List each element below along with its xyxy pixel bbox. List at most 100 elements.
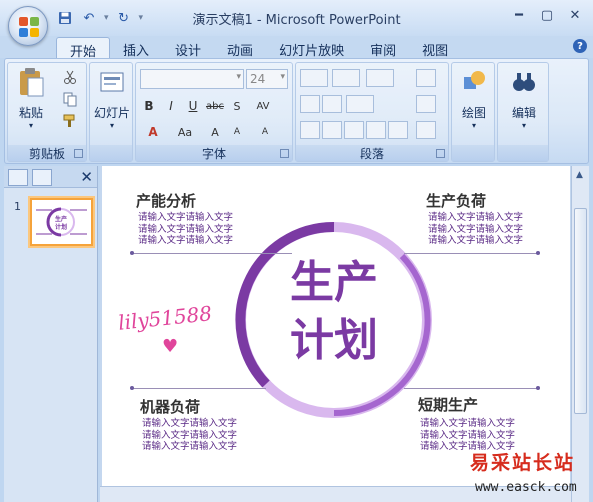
outline-tab-icon[interactable] (32, 169, 52, 186)
center-title-line1: 生产 (290, 257, 378, 308)
section-text-machine-load: 请输入文字请输入文字 请输入文字请输入文字 请输入文字请输入文字 (142, 418, 238, 452)
ribbon: 粘贴 ▾ 剪贴板 幻灯片 ▾ ▾ 24 ▾ B I U abc S AV A A… (4, 58, 589, 164)
format-painter-icon[interactable] (62, 113, 78, 129)
numbering-icon[interactable] (332, 69, 360, 87)
tab-animation[interactable]: 动画 (214, 37, 266, 59)
font-group-label: 字体 (136, 145, 292, 161)
slides-tab-icon[interactable] (8, 169, 28, 186)
editing-dropdown-icon[interactable]: ▾ (502, 121, 546, 130)
paste-button[interactable]: 粘贴 ▾ (14, 67, 48, 130)
help-icon[interactable]: ? (573, 39, 587, 53)
slide-number: 1 (14, 200, 21, 213)
section-text-capacity: 请输入文字请输入文字 请输入文字请输入文字 请输入文字请输入文字 (138, 212, 234, 246)
align-text-icon[interactable] (416, 95, 436, 113)
shapes-icon (464, 71, 485, 89)
slide-thumbnail[interactable]: 生产 计划 (30, 198, 93, 246)
increase-indent-icon[interactable] (322, 95, 342, 113)
font-name-combo[interactable]: ▾ (140, 69, 244, 89)
panel-tabs: ✕ (4, 166, 97, 188)
justify-icon[interactable] (366, 121, 386, 139)
slides-panel: ✕ 1 生产 计划 (4, 166, 98, 502)
heart-icon: ♥ (162, 336, 179, 357)
tab-design[interactable]: 设计 (162, 37, 214, 59)
section-title-machine-load: 机器负荷 (140, 398, 201, 416)
window-controls: ━ ▢ ✕ (507, 5, 587, 25)
font-launcher-icon[interactable] (280, 149, 289, 158)
clipboard-launcher-icon[interactable] (74, 149, 83, 158)
section-title-production-load: 生产负荷 (426, 192, 487, 210)
smartart-icon[interactable] (416, 121, 436, 139)
svg-text:生产: 生产 (55, 215, 67, 223)
bullets-icon[interactable] (300, 69, 328, 87)
bold-icon[interactable]: B (140, 97, 158, 115)
slide[interactable]: 生产 计划 产能分析 请输入文字请输入文字 请输入文字请输入文字 请输入文字请输… (102, 166, 570, 486)
clear-format-icon[interactable]: A (256, 123, 274, 141)
distribute-icon[interactable] (388, 121, 408, 139)
clipboard-group: 粘贴 ▾ 剪贴板 (7, 62, 87, 162)
window-title: 演示文稿1 - Microsoft PowerPoint (192, 13, 401, 28)
close-icon[interactable]: ✕ (563, 5, 587, 25)
italic-icon[interactable]: I (162, 97, 180, 115)
minimize-icon[interactable]: ━ (507, 5, 531, 25)
ribbon-tabs: 开始 插入 设计 动画 幻灯片放映 审阅 视图 (56, 37, 461, 60)
divider-dot (130, 386, 134, 390)
new-slide-button[interactable]: 幻灯片 ▾ (92, 67, 132, 130)
office-logo-icon (19, 17, 39, 37)
section-title-capacity: 产能分析 (136, 192, 197, 210)
cut-icon[interactable] (62, 69, 78, 85)
shrink-font-icon[interactable]: A (228, 123, 246, 141)
editing-group: 编辑 ▾ (497, 62, 549, 162)
tab-home[interactable]: 开始 (56, 37, 111, 60)
slides-group: 幻灯片 ▾ (89, 62, 133, 162)
tab-view[interactable]: 视图 (409, 37, 461, 59)
paragraph-launcher-icon[interactable] (436, 149, 445, 158)
section-title-short-term: 短期生产 (418, 396, 479, 414)
slide-label: 幻灯片 (93, 106, 130, 120)
paste-icon (20, 68, 44, 97)
drawing-button[interactable]: 绘图 ▾ (454, 67, 494, 130)
change-case-icon[interactable]: Aa (172, 123, 198, 141)
underline-icon[interactable]: U (184, 97, 202, 115)
drawing-dropdown-icon[interactable]: ▾ (454, 121, 494, 130)
drawing-group-label (452, 145, 494, 161)
font-color-icon[interactable]: A (140, 123, 166, 141)
align-left-icon[interactable] (300, 121, 320, 139)
paragraph-group-label: 段落 (296, 145, 448, 161)
editing-button[interactable]: 编辑 ▾ (502, 67, 546, 130)
font-size-combo[interactable]: 24 ▾ (246, 69, 288, 89)
columns-icon[interactable] (346, 95, 374, 113)
divider-dot (130, 251, 134, 255)
decrease-indent-icon[interactable] (300, 95, 320, 113)
maximize-icon[interactable]: ▢ (535, 5, 559, 25)
section-text-production-load: 请输入文字请输入文字 请输入文字请输入文字 请输入文字请输入文字 (428, 212, 524, 246)
align-center-icon[interactable] (322, 121, 342, 139)
scroll-up-icon[interactable]: ▲ (576, 170, 583, 180)
font-size-dropdown-icon[interactable]: ▾ (280, 72, 285, 82)
vertical-scroll-thumb[interactable] (574, 208, 587, 414)
slide-dropdown-icon[interactable]: ▾ (92, 121, 132, 130)
divider-line (404, 253, 538, 254)
tab-slideshow[interactable]: 幻灯片放映 (266, 37, 357, 59)
drawing-group: 绘图 ▾ (451, 62, 495, 162)
strikethrough-icon[interactable]: abc (206, 97, 224, 115)
thumbnail-preview-icon: 生产 计划 (36, 207, 87, 237)
panel-close-icon[interactable]: ✕ (80, 168, 93, 186)
shadow-icon[interactable]: S (228, 97, 246, 115)
grow-font-icon[interactable]: A (206, 123, 224, 141)
drawing-label: 绘图 (461, 106, 486, 120)
text-direction-icon[interactable] (416, 69, 436, 87)
tab-insert[interactable]: 插入 (110, 37, 162, 59)
center-title: 生产 计划 (274, 254, 394, 370)
align-right-icon[interactable] (344, 121, 364, 139)
tab-review[interactable]: 审阅 (357, 37, 409, 59)
char-spacing-icon[interactable]: AV (250, 97, 276, 115)
paste-dropdown-icon[interactable]: ▾ (14, 121, 48, 130)
office-button[interactable] (8, 6, 48, 46)
line-spacing-icon[interactable] (366, 69, 394, 87)
divider-line (132, 388, 266, 389)
font-name-dropdown-icon[interactable]: ▾ (236, 72, 241, 82)
slides-group-label (90, 145, 132, 161)
paragraph-group: 段落 (295, 62, 449, 162)
title-bar: ↶ ▾ ↻ ▾ 演示文稿1 - Microsoft PowerPoint ━ ▢… (0, 0, 593, 36)
copy-icon[interactable] (62, 91, 78, 107)
